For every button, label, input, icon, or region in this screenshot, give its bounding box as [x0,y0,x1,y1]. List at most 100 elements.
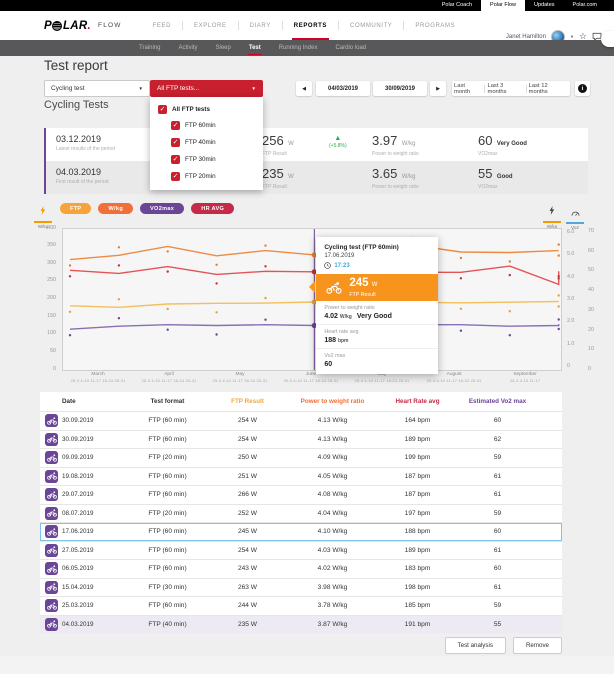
info-button[interactable]: i [575,81,590,96]
data-point-ftp[interactable] [69,264,71,266]
right-axis-unit-wkg[interactable]: W/kg [543,202,561,229]
date-from-field[interactable]: 04/03/2019 [316,81,370,96]
table-row[interactable]: 25.03.2019FTP (60 min)244 W3.78 W/kg185 … [40,597,562,616]
legend-w-kg[interactable]: W/kg [98,203,133,214]
date-back-button[interactable]: ◀ [296,81,312,96]
data-point-w-kg[interactable] [69,311,71,313]
legend-ftp[interactable]: FTP [60,203,91,214]
table-row[interactable]: 04.03.2019FTP (40 min)235 W3.87 W/kg191 … [40,616,562,634]
checkbox-checked-icon[interactable]: ✓ [171,155,180,164]
legend-vo2max[interactable]: VO2max [140,203,184,214]
data-point-w-kg[interactable] [167,308,169,310]
data-point-hr-avg[interactable] [215,282,217,284]
table-row[interactable]: 09.09.2019FTP (20 min)250 W4.09 W/kg199 … [40,449,562,468]
delta-up-triangle-icon: ▲ [329,135,347,142]
data-point-hr-avg[interactable] [167,270,169,272]
legend-hr-avg[interactable]: HR AVG [191,203,234,214]
data-point-ftp[interactable] [215,264,217,266]
nav-item-programs[interactable]: PROGRAMS [404,11,466,40]
data-point-w-kg[interactable] [509,310,511,312]
range-last-month[interactable]: Last month [452,83,484,95]
nav-item-community[interactable]: COMMUNITY [339,11,403,40]
y-axis-vo2-label: 10 [588,346,594,352]
table-row[interactable]: 17.06.2019FTP (60 min)245 W4.10 W/kg188 … [40,523,562,542]
summary-first-row[interactable]: 04.03.2019First result of the period FTP… [46,161,588,194]
data-point-ftp[interactable] [509,260,511,262]
data-point-vo2max[interactable] [509,334,511,336]
nav-item-explore[interactable]: EXPLORE [183,11,238,40]
dropdown-option-ftp-40min[interactable]: ✓FTP 40min [150,134,263,151]
data-point-w-kg[interactable] [264,297,266,299]
right-axis-unit-vo2[interactable]: Vo2 [566,203,584,230]
table-row[interactable]: 06.05.2019FTP (60 min)243 W4.02 W/kg183 … [40,560,562,579]
data-point-vo2max[interactable] [118,317,120,319]
data-point-ftp[interactable] [167,250,169,252]
floating-side-tab[interactable] [601,31,614,47]
data-point-w-kg[interactable] [118,298,120,300]
table-row[interactable]: 29.07.2019FTP (60 min)266 W4.08 W/kg187 … [40,486,562,505]
nav-item-diary[interactable]: DIARY [239,11,282,40]
topbar-link-polar-coach[interactable]: Polar Coach [433,0,481,11]
range-last-12-months[interactable]: Last 12 months [527,83,570,95]
data-point-vo2max[interactable] [460,330,462,332]
data-point-hr-avg[interactable] [264,265,266,267]
date-forward-button[interactable]: ▶ [430,81,446,96]
checkbox-checked-icon[interactable]: ✓ [158,105,167,114]
data-point-ftp[interactable] [558,254,560,256]
data-point-ftp[interactable] [264,244,266,246]
test-type-select[interactable]: All FTP tests... ▼ [150,80,263,97]
data-point-hr-avg[interactable] [558,275,560,277]
data-point-w-kg[interactable] [215,311,217,313]
data-point-ftp[interactable] [460,257,462,259]
table-row[interactable]: 30.09.2019FTP (60 min)254 W4.13 W/kg189 … [40,431,562,450]
user-caret-icon[interactable]: ▼ [570,34,574,39]
subnav-item-activity[interactable]: Activity [169,40,206,56]
data-point-w-kg[interactable] [460,308,462,310]
range-last-3-months[interactable]: Last 3 months [485,83,525,95]
table-row[interactable]: 30.09.2019FTP (60 min)254 W4.13 W/kg164 … [40,412,562,431]
data-point-hr-avg[interactable] [509,274,511,276]
data-point-vo2max[interactable] [215,333,217,335]
data-point-vo2max[interactable] [558,318,560,320]
subnav-item-cardio-load[interactable]: Cardio load [326,40,375,56]
checkbox-checked-icon[interactable]: ✓ [171,121,180,130]
topbar-link-polar-flow[interactable]: Polar Flow [481,0,525,11]
data-point-hr-avg[interactable] [118,264,120,266]
data-point-hr-avg[interactable] [558,277,560,279]
test-analysis-button[interactable]: Test analysis [445,637,506,654]
data-point-vo2max[interactable] [167,329,169,331]
data-point-w-kg[interactable] [558,305,560,307]
chart-plot-area[interactable] [62,228,562,371]
nav-item-reports[interactable]: REPORTS [283,11,338,40]
checkbox-checked-icon[interactable]: ✓ [171,138,180,147]
summary-latest-row[interactable]: 03.12.2019Latest results of the period 2… [46,128,588,161]
table-row[interactable]: 08.07.2019FTP (20 min)252 W4.04 W/kg197 … [40,505,562,524]
topbar-link-updates[interactable]: Updates [525,0,564,11]
subnav-item-running-index[interactable]: Running Index [270,40,327,56]
remove-button[interactable]: Remove [513,637,562,654]
table-row[interactable]: 15.04.2019FTP (30 min)263 W3.98 W/kg198 … [40,579,562,598]
nav-item-feed[interactable]: FEED [142,11,182,40]
polar-logo[interactable]: PLAR. [44,20,91,32]
checkbox-checked-icon[interactable]: ✓ [171,172,180,181]
subnav-item-sleep[interactable]: Sleep [206,40,239,56]
data-point-ftp[interactable] [558,243,560,245]
sport-select[interactable]: Cycling test ▼ [44,80,150,97]
dropdown-option-ftp-20min[interactable]: ✓FTP 20min [150,168,263,185]
dropdown-option-ftp-30min[interactable]: ✓FTP 30min [150,151,263,168]
data-point-vo2max[interactable] [558,328,560,330]
subnav-item-training[interactable]: Training [130,40,169,56]
data-point-vo2max[interactable] [264,319,266,321]
data-point-hr-avg[interactable] [460,277,462,279]
data-point-w-kg[interactable] [558,294,560,296]
dropdown-option-ftp-60min[interactable]: ✓FTP 60min [150,117,263,134]
data-point-hr-avg[interactable] [69,275,71,277]
topbar-link-polar-com[interactable]: Polar.com [564,0,606,11]
table-row[interactable]: 27.05.2019FTP (60 min)254 W4.03 W/kg189 … [40,542,562,561]
table-row[interactable]: 19.08.2019FTP (60 min)251 W4.05 W/kg187 … [40,468,562,487]
dropdown-option-all[interactable]: ✓ All FTP tests [150,101,263,117]
data-point-ftp[interactable] [118,246,120,248]
data-point-vo2max[interactable] [69,334,71,336]
subnav-item-test[interactable]: Test [240,40,270,56]
date-to-field[interactable]: 30/09/2019 [373,81,427,96]
